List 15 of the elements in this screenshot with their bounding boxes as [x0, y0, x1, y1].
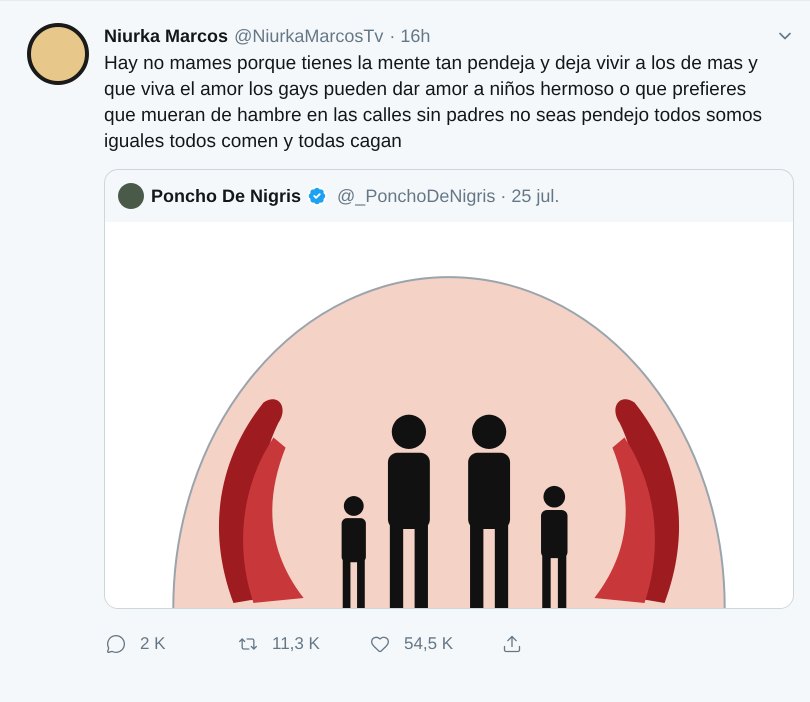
- author-name[interactable]: Niurka Marcos: [104, 23, 228, 49]
- quoted-time: · 25 jul.: [500, 184, 560, 208]
- share-icon[interactable]: [502, 634, 522, 654]
- quoted-avatar[interactable]: [118, 183, 144, 209]
- tweet-text: Hay no mames porque tienes la mente tan pendeja y deja vivir a los de mas y que viva el amor los gays pueden dar amor a niños hermoso o que prefieres que mueran de hambre en las calles sin padres no seas pendejo todos somos iguales todos comen y todas cagan: [104, 52, 764, 154]
- quoted-author-name[interactable]: Poncho De Nigris: [151, 182, 302, 210]
- action-count: 2 K: [140, 633, 166, 655]
- author-handle[interactable]: @NiurkaMarcosTv: [234, 23, 384, 49]
- like-icon[interactable]: [370, 634, 390, 654]
- reply-icon[interactable]: [106, 634, 126, 654]
- quoted-tweet-card[interactable]: Poncho De Nigris @_PonchoDeNigris · 25 jul.: [104, 169, 794, 609]
- action-count: 11,3 K: [272, 633, 320, 655]
- quoted-handle: @_PonchoDeNigris: [337, 184, 496, 208]
- action-count: 54,5 K: [404, 633, 454, 655]
- tweet-time[interactable]: · 16h: [389, 23, 430, 49]
